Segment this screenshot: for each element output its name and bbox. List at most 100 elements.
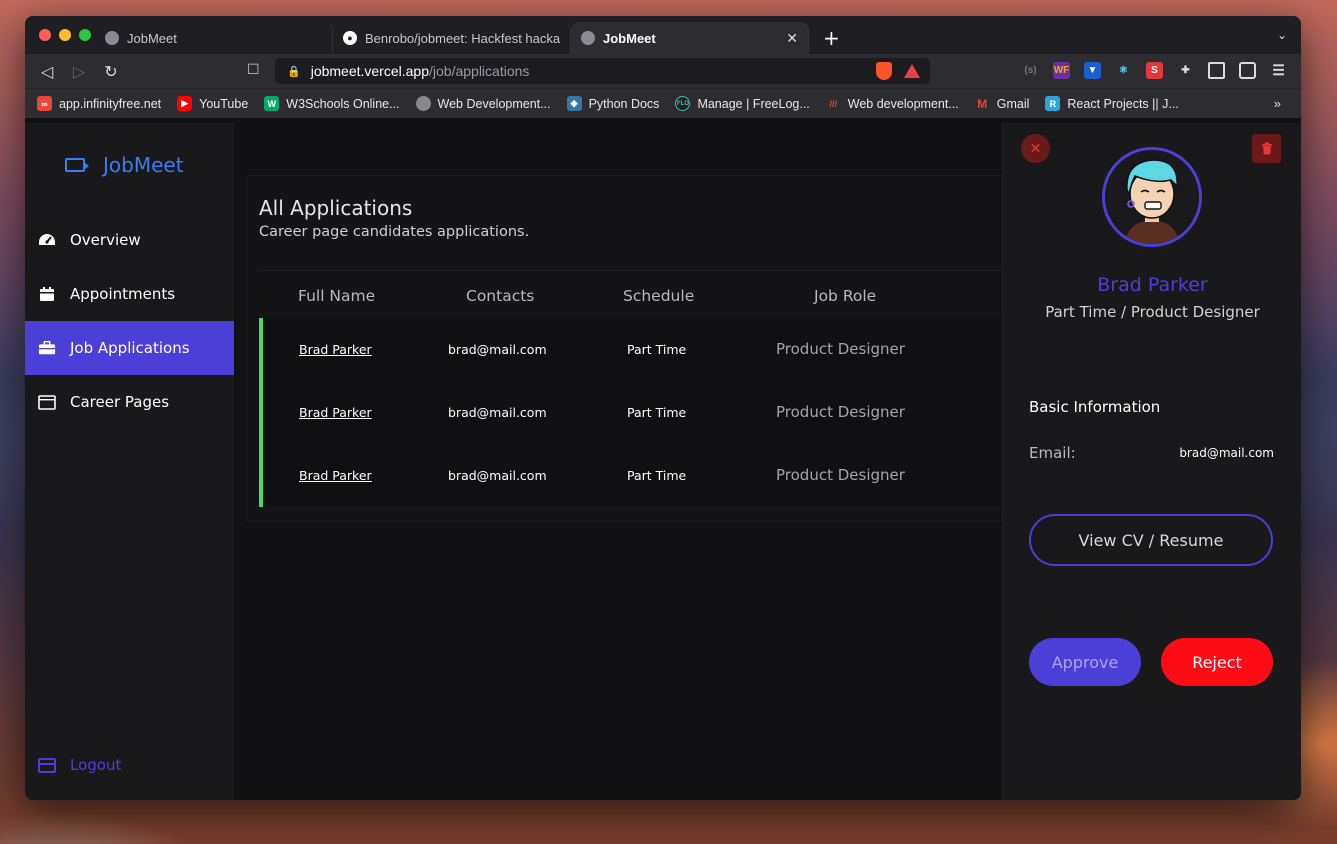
sidebar-item-appointments[interactable]: Appointments [25,267,234,321]
column-header-schedule: Schedule [623,286,695,305]
bookmark-item[interactable]: ∞ app.infinityfree.net [37,96,161,111]
globe-icon [105,31,119,45]
candidate-name-link[interactable]: Brad Parker [299,405,372,420]
candidate-job-role: Product Designer [776,466,905,484]
briefcase-icon [38,340,56,356]
extensions-bar: (s) WF ▼ ⚛ S ✚ ☰ [1022,62,1287,79]
bookmark-label: Python Docs [588,96,660,111]
candidate-email: brad@mail.com [448,468,547,483]
bookmark-item[interactable]: W W3Schools Online... [264,96,400,111]
table-row[interactable]: Brad Parker brad@mail.com Part Time Prod… [263,444,1007,507]
column-header-full-name: Full Name [298,286,376,305]
sidebar-item-career-pages[interactable]: Career Pages [25,375,234,429]
window-controls [39,29,91,41]
bookmark-label: Web development... [847,96,959,111]
bookmark-icon[interactable]: ☐ [247,62,260,78]
bookmark-item[interactable]: /// Web development... [826,96,959,111]
shield-extension-icon[interactable]: ▼ [1084,62,1101,79]
bookmark-item[interactable]: ◆ Python Docs [566,96,660,111]
forward-icon[interactable]: ▷ [63,62,95,81]
page-title: All Applications [259,196,413,220]
lock-icon: 🔒 [287,65,301,78]
applications-card: All Applications Career page candidates … [246,175,1007,522]
table-header: Full Name Contacts Schedule Job Role [259,270,1007,320]
applicant-name: Brad Parker [1097,274,1208,296]
youtube-icon: ▶ [177,96,193,111]
whatfont-extension-icon[interactable]: WF [1053,62,1070,79]
brave-shield-icon[interactable] [876,62,892,80]
bookmark-label: app.infinityfree.net [59,96,162,111]
calendar-icon [38,286,56,302]
candidate-schedule: Part Time [627,342,687,357]
react-devtools-icon[interactable]: ⚛ [1115,62,1132,79]
brave-rewards-icon[interactable] [904,64,920,78]
brand-name: JobMeet [103,153,184,177]
candidate-name-link[interactable]: Brad Parker [299,468,372,483]
sidebar-nav: Overview Appointments Job Applications C… [25,213,234,429]
w3schools-icon: W [264,96,280,111]
sidebar-item-job-applications[interactable]: Job Applications [25,321,234,375]
svelte-extension-icon[interactable]: S [1146,62,1163,79]
bookmark-item[interactable]: Web Development... [415,96,551,111]
sidebar: JobMeet Overview Appointments Job Applic… [25,123,234,800]
bookmark-item[interactable]: ▶ YouTube [177,96,248,111]
new-tab-button[interactable]: + [809,22,840,54]
bookmark-label: React Projects || J... [1067,96,1179,111]
browser-tab-3-active[interactable]: JobMeet ✕ [571,22,809,54]
bookmark-label: Gmail [996,96,1030,111]
view-cv-button[interactable]: View CV / Resume [1029,514,1273,566]
chevron-down-icon[interactable]: ⌄ [1277,28,1287,42]
address-bar[interactable]: 🔒 jobmeet.vercel.app/job/applications [275,58,930,84]
logout-icon [38,757,56,773]
browser-tab-2[interactable]: ● Benrobo/jobmeet: Hackfest hackath [333,22,571,54]
gmail-icon: M [977,96,988,111]
candidate-name-link[interactable]: Brad Parker [299,342,372,357]
bookmark-item[interactable]: M Gmail [975,96,1030,111]
reload-icon[interactable]: ↻ [95,62,127,81]
menu-icon[interactable]: ☰ [1270,62,1287,79]
close-window-button[interactable] [39,29,51,41]
browser-tab-1[interactable]: JobMeet [95,22,333,54]
table-row[interactable]: Brad Parker brad@mail.com Part Time Prod… [263,381,1007,444]
table-row[interactable]: Brad Parker brad@mail.com Part Time Prod… [263,318,1007,381]
delete-application-button[interactable] [1252,134,1281,163]
minimize-window-button[interactable] [59,29,71,41]
tab-title: Benrobo/jobmeet: Hackfest hackath [365,30,560,46]
sidebar-icon[interactable] [1208,62,1225,79]
maximize-window-button[interactable] [79,29,91,41]
sidebar-item-label: Appointments [70,285,176,303]
browser-window: JobMeet ● Benrobo/jobmeet: Hackfest hack… [25,16,1301,800]
bookmark-item[interactable]: FLO Manage | FreeLog... [675,96,810,111]
more-bookmarks-icon[interactable]: » [1274,96,1281,111]
github-icon: ● [343,31,357,45]
browser-toolbar: ◁ ▷ ↻ ☐ 🔒 jobmeet.vercel.app/job/applica… [25,54,1301,88]
extension-icon[interactable]: (s) [1022,62,1039,79]
candidate-schedule: Part Time [627,468,687,483]
brand-logo[interactable]: JobMeet [65,153,184,177]
email-value: brad@mail.com [1179,446,1274,460]
url-host: jobmeet.vercel.app [310,63,429,79]
candidate-job-role: Product Designer [776,340,905,358]
back-icon[interactable]: ◁ [31,62,63,81]
applicant-detail-panel: ✕ Brad Parker Part Time / Product Design… [1002,123,1301,800]
close-tab-icon[interactable]: ✕ [786,30,798,47]
close-icon: ✕ [1029,140,1042,157]
logout-button[interactable]: Logout [38,756,121,774]
applications-table-body: Brad Parker brad@mail.com Part Time Prod… [259,318,1007,507]
bookmark-label: W3Schools Online... [286,96,400,111]
puzzle-icon[interactable]: ✚ [1177,62,1194,79]
approve-button[interactable]: Approve [1029,638,1141,686]
candidate-email: brad@mail.com [448,405,547,420]
applicant-role: Part Time / Product Designer [1045,303,1260,321]
candidate-email: brad@mail.com [448,342,547,357]
wallet-icon[interactable] [1239,62,1256,79]
bookmark-item[interactable]: R React Projects || J... [1045,96,1179,111]
reject-button[interactable]: Reject [1161,638,1273,686]
column-header-contacts: Contacts [466,286,535,305]
bookmark-label: YouTube [199,96,249,111]
close-panel-button[interactable]: ✕ [1021,134,1050,163]
sidebar-item-overview[interactable]: Overview [25,213,234,267]
candidate-schedule: Part Time [627,405,687,420]
bookmark-label: Manage | FreeLog... [697,96,810,111]
email-label: Email: [1029,444,1076,462]
